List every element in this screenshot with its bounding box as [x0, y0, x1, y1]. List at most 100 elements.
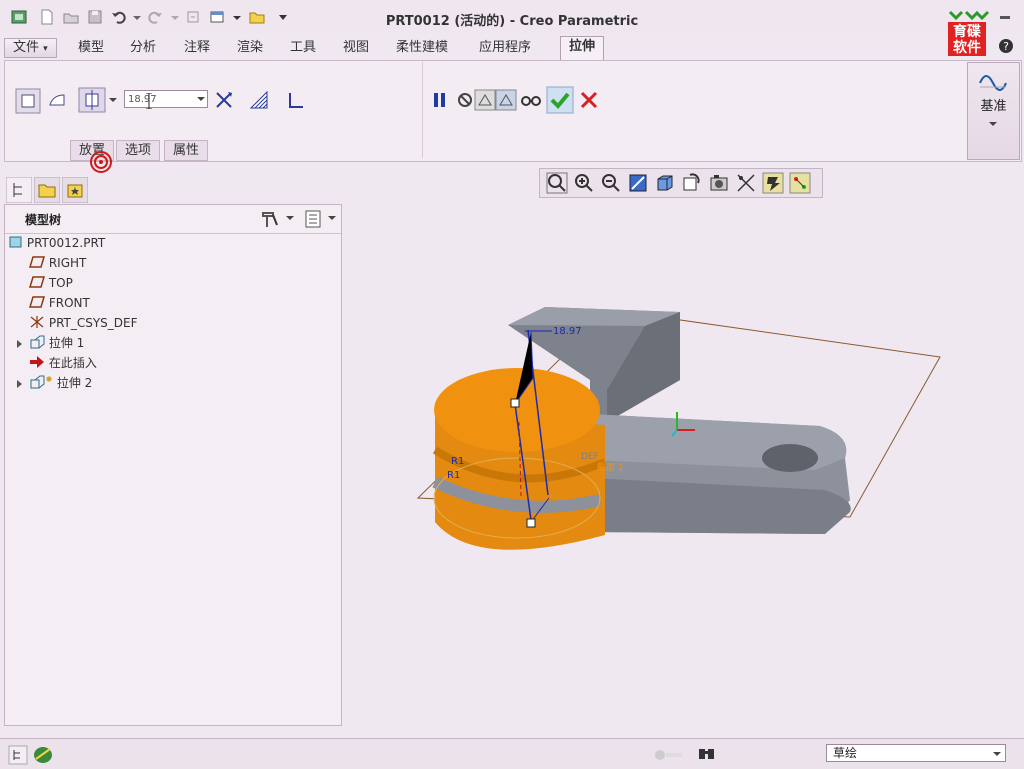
folder-browser-tab-icon[interactable] — [34, 177, 60, 203]
refit-icon[interactable] — [546, 172, 568, 194]
tree-item-label: 拉伸 2 — [56, 376, 93, 390]
flip-direction-icon[interactable] — [212, 88, 236, 112]
preview-modes-icon[interactable] — [474, 89, 518, 111]
tree-item-label: TOP — [48, 276, 73, 290]
model-tree-tab-icon[interactable] — [6, 177, 32, 203]
datum-plane-icon — [28, 276, 46, 288]
part-icon — [9, 236, 22, 248]
tree-item-label: 拉伸 1 — [48, 336, 85, 350]
accept-icon[interactable] — [546, 86, 574, 114]
click-indicator-icon — [90, 151, 112, 173]
subtab-options[interactable]: 选项 — [116, 140, 161, 161]
tree-settings-dropdown-icon[interactable] — [285, 213, 295, 223]
find-icon[interactable] — [696, 745, 718, 765]
selection-filter-value: 草绘 — [833, 746, 858, 760]
ribbon-tabs: 文件 ▾ 模型 分析 注释 渲染 工具 视图 柔性建模 应用程序 拉伸 — [0, 36, 1024, 60]
radius-label: R1 — [447, 470, 460, 481]
tab-model[interactable]: 模型 — [70, 38, 112, 58]
tree-item-label: 在此插入 — [48, 356, 97, 370]
tree-item-extrude-1[interactable]: 拉伸 1 — [29, 333, 84, 353]
cancel-icon[interactable] — [578, 89, 600, 111]
extrude-icon — [30, 335, 45, 349]
tree-item-part[interactable]: PRT0012.PRT — [9, 233, 105, 253]
tab-file[interactable]: 文件 ▾ — [4, 38, 57, 58]
drag-handle[interactable] — [526, 518, 536, 528]
tab-extrude[interactable]: 拉伸 — [560, 36, 605, 60]
tree-item-extrude-2[interactable]: 拉伸 2 — [29, 373, 92, 393]
navigator-toggle-icon[interactable] — [8, 745, 28, 765]
tree-item-label: RIGHT — [48, 256, 87, 270]
perspective-icon[interactable] — [735, 172, 757, 194]
separator — [422, 62, 423, 158]
extrude-new-icon — [30, 375, 52, 389]
remove-material-icon[interactable] — [247, 88, 271, 112]
tab-annotate[interactable]: 注释 — [176, 38, 218, 58]
tab-analysis[interactable]: 分析 — [122, 38, 164, 58]
datum-label: 基准 — [980, 99, 1007, 114]
display-style-icon[interactable] — [654, 172, 676, 194]
view-manager-icon[interactable] — [708, 172, 730, 194]
text-cursor-icon — [146, 93, 152, 109]
datum-group[interactable]: 基准 — [967, 62, 1020, 160]
show-options-dropdown-icon[interactable] — [327, 213, 337, 223]
extrude-solid-icon[interactable] — [15, 88, 41, 114]
csys-label: DEF — [581, 452, 599, 462]
tab-render[interactable]: 渲染 — [229, 38, 271, 58]
verify-mode-icon[interactable] — [520, 90, 542, 110]
radius-label: R1 — [451, 456, 464, 467]
window-title: PRT0012 (活动的) - Creo Parametric — [385, 14, 639, 29]
hole — [762, 444, 818, 472]
tree-settings-icon[interactable] — [259, 209, 281, 229]
tree-item-right[interactable]: RIGHT — [28, 253, 87, 273]
favorites-tab-icon[interactable] — [62, 177, 88, 203]
regen-indicator-icon — [655, 750, 682, 760]
tree-item-label: FRONT — [48, 296, 90, 310]
selection-filter[interactable]: 草绘 — [826, 744, 1006, 762]
datum-curve-icon — [979, 75, 1007, 91]
tree-item-label: PRT_CSYS_DEF — [48, 316, 138, 330]
tree-item-label: PRT0012.PRT — [26, 236, 106, 250]
tab-flexible-modeling[interactable]: 柔性建模 — [388, 38, 456, 58]
no-preview-icon[interactable] — [455, 90, 475, 110]
subtab-properties[interactable]: 属性 — [164, 140, 209, 161]
extrude-surface-icon[interactable] — [45, 88, 69, 112]
saved-orientations-icon[interactable] — [681, 172, 703, 194]
expand-arrow-icon[interactable] — [15, 379, 25, 389]
depth-dimension-label[interactable]: 18.97 — [553, 326, 582, 337]
thicken-sketch-icon[interactable] — [284, 88, 308, 112]
navigator-tabs — [4, 175, 104, 203]
annotation-display-icon[interactable] — [789, 172, 811, 194]
tree-item-top[interactable]: TOP — [28, 273, 73, 293]
minimize-icon[interactable] — [994, 8, 1018, 22]
drag-handle[interactable] — [510, 398, 520, 408]
expand-arrow-icon[interactable] — [15, 339, 25, 349]
pause-icon[interactable] — [430, 90, 450, 110]
datum-plane-icon — [28, 256, 46, 268]
tab-tools[interactable]: 工具 — [282, 38, 324, 58]
filter-dropdown-icon[interactable] — [991, 748, 1003, 760]
csys-icon — [30, 316, 44, 328]
depth-option-dropdown-icon[interactable] — [107, 94, 119, 106]
zoom-in-icon[interactable] — [573, 172, 595, 194]
section-label: 截面 1 — [597, 461, 624, 473]
insert-here-icon — [30, 356, 44, 368]
tree-item-front[interactable]: FRONT — [28, 293, 90, 313]
zoom-out-icon[interactable] — [600, 172, 622, 194]
depth-value-dropdown-icon[interactable] — [195, 93, 207, 105]
datum-dropdown-icon — [989, 122, 997, 126]
datum-plane-icon — [28, 296, 46, 308]
datum-display-icon[interactable] — [762, 172, 784, 194]
browser-toggle-icon[interactable] — [32, 745, 54, 765]
repaint-icon[interactable] — [627, 172, 649, 194]
model-tree-panel: 模型树 PRT0012.PRT RIGHT TOP FRONT PRT_CSYS… — [4, 204, 342, 726]
tree-item-insert-here[interactable]: 在此插入 — [29, 353, 97, 373]
tab-applications[interactable]: 应用程序 — [471, 38, 539, 58]
show-options-icon[interactable] — [303, 209, 325, 229]
model-tree-title: 模型树 — [25, 213, 62, 227]
graphics-toolbar — [539, 168, 823, 198]
tree-item-csys[interactable]: PRT_CSYS_DEF — [29, 313, 138, 333]
tab-view[interactable]: 视图 — [335, 38, 377, 58]
model-tree-header: 模型树 — [5, 205, 341, 234]
depth-blind-icon[interactable] — [78, 87, 106, 113]
graphics-window[interactable]: 18.97 R1 R1 DEF 截面 1 — [345, 200, 1020, 735]
